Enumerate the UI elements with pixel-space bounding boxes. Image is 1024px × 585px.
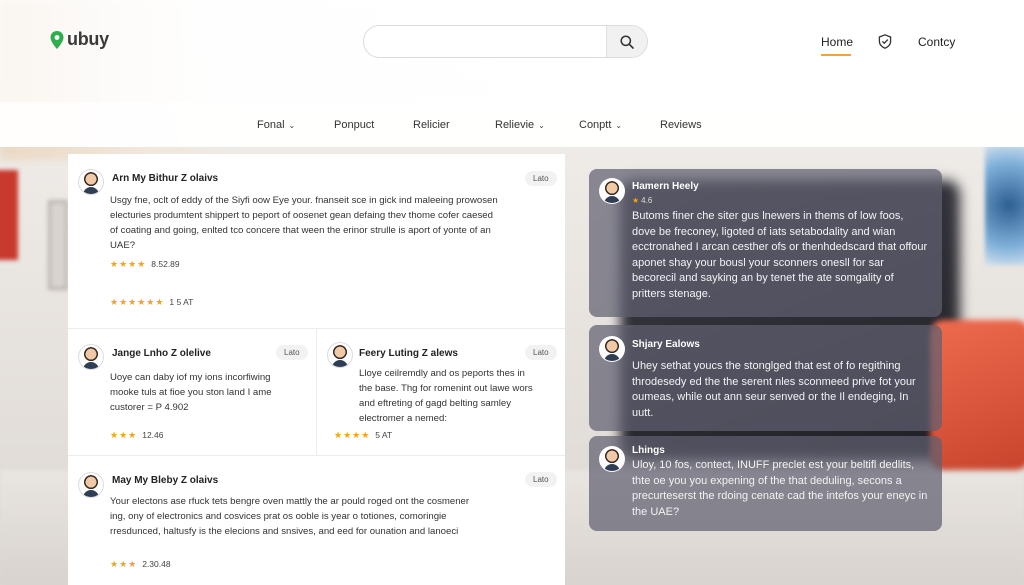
rating-value: 1 5 AT: [169, 297, 194, 307]
category-label: Relievie: [495, 119, 535, 131]
featured-review-card[interactable]: Shjary Ealows Uhey sethat youcs the ston…: [589, 325, 942, 431]
location-pin-icon: [50, 30, 64, 49]
category-nav: Fonal ⌄ Ponpuct Relicier Relievie ⌄ Conp…: [0, 102, 1024, 147]
reviewer-name: May My Bleby Z olaivs: [112, 475, 219, 486]
rating-value: 12.46: [142, 430, 164, 440]
rating-stars: ★★★★ 5 AT: [334, 430, 393, 440]
nav-home-link[interactable]: Home: [821, 35, 853, 56]
avatar: [78, 472, 104, 498]
avatar: [599, 178, 625, 204]
logo[interactable]: ubuy: [50, 29, 109, 50]
shield-check-icon[interactable]: [878, 34, 892, 49]
chevron-down-icon: ⌄: [538, 120, 545, 130]
search-icon: [620, 34, 634, 49]
category-label: Conptt: [579, 119, 612, 131]
category-relicier[interactable]: Relicier: [413, 119, 450, 131]
reviewer-name: Lhings: [632, 445, 665, 456]
category-conptt[interactable]: Conptt ⌄: [579, 119, 622, 131]
rating-stars: ★★★★ 8.52.89: [110, 259, 180, 269]
category-reviews[interactable]: Reviews: [660, 119, 702, 131]
top-header: ubuy Home Contcy: [0, 0, 1024, 102]
rating-stars: ★★★ 2.30.48: [110, 559, 171, 569]
review-card: May My Bleby Z olaivs Lato Your electons…: [68, 455, 565, 585]
category-label: Ponpuct: [334, 119, 375, 131]
avatar: [78, 169, 104, 195]
avatar: [327, 342, 353, 368]
featured-review-card[interactable]: Lhings Uloy, 10 fos, contect, INUFF prec…: [589, 436, 942, 531]
logo-text: ubuy: [67, 29, 109, 49]
search-bar: [363, 25, 648, 58]
avatar: [78, 344, 104, 370]
search-button[interactable]: [606, 26, 647, 57]
category-relievie[interactable]: Relievie ⌄: [495, 119, 545, 131]
review-badge[interactable]: Lato: [276, 345, 308, 360]
review-text: Uoye can daby iof my ions incorfiwing mo…: [110, 372, 272, 413]
chevron-down-icon: ⌄: [288, 120, 296, 130]
review-badge[interactable]: Lato: [525, 345, 557, 360]
featured-review-card[interactable]: Hamern Heely ★ 4.6 Butoms finer che siter…: [589, 169, 942, 317]
rating-stars: ★★★★★★ 1 5 AT: [110, 297, 194, 307]
category-fonal[interactable]: Fonal ⌄: [257, 119, 295, 131]
review-text: Butoms finer che siter gus lnewers in th…: [632, 210, 928, 300]
chevron-down-icon: ⌄: [615, 120, 623, 130]
review-text: Your electons ase rfuck tets bengre oven…: [110, 496, 470, 537]
review-card: Arn My Bithur Z olaivs Lato Usgy fne, oc…: [68, 154, 565, 328]
avatar: [599, 336, 625, 362]
review-text: Usgy fne, oclt of eddy of the Siyfi oow …: [110, 195, 498, 251]
rating-stars: ★ 4.6: [632, 196, 653, 205]
nav-contact-link[interactable]: Contcy: [918, 35, 955, 49]
reviewer-name: Shjary Ealows: [632, 339, 700, 350]
reviewer-name: Feery Luting Z alews: [359, 348, 458, 359]
rating-value: 4.6: [641, 196, 653, 205]
review-text: Uloy, 10 fos, contect, INUFF preclet est…: [632, 459, 928, 518]
category-label: Relicier: [413, 119, 450, 131]
avatar: [599, 446, 625, 472]
review-text: Uhey sethat youcs the stonglged that est…: [632, 360, 916, 419]
search-input[interactable]: [364, 26, 608, 57]
reviewer-name: Hamern Heely: [632, 181, 699, 192]
review-card: Feery Luting Z alews Lato Lloye ceilremd…: [316, 328, 565, 455]
rating-value: 2.30.48: [142, 559, 171, 569]
review-card: Jange Lnho Z olelive Lato Uoye can daby …: [68, 328, 316, 455]
reviewer-name: Arn My Bithur Z olaivs: [112, 173, 219, 184]
category-label: Fonal: [257, 119, 285, 131]
rating-stars: ★★★ 12.46: [110, 430, 164, 440]
review-text: Lloye ceilremdly and os peports thes in …: [359, 368, 533, 424]
rating-value: 8.52.89: [151, 259, 180, 269]
category-ponpuct[interactable]: Ponpuct: [334, 119, 374, 131]
category-label: Reviews: [660, 119, 702, 131]
review-badge[interactable]: Lato: [525, 472, 557, 487]
reviewer-name: Jange Lnho Z olelive: [112, 348, 211, 359]
review-badge[interactable]: Lato: [525, 171, 557, 186]
rating-value: 5 AT: [375, 430, 393, 440]
